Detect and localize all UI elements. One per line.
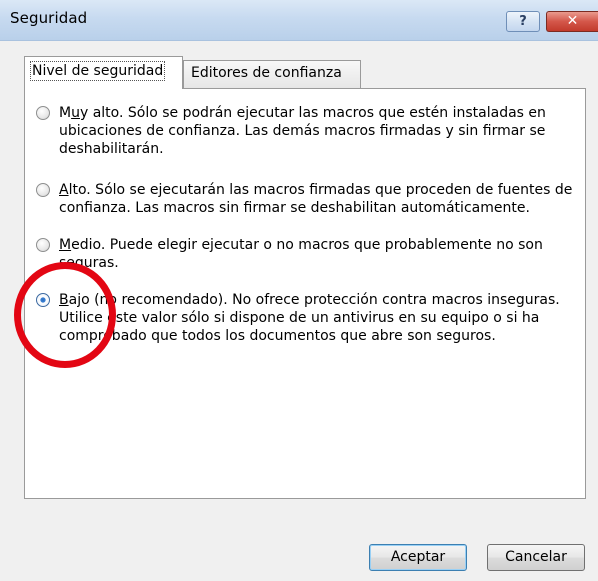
option-medium-text: Medio. Puede elegir ejecutar o no macros… — [59, 237, 543, 271]
option-high[interactable]: Alto. Sólo se ejecutarán las macros firm… — [36, 181, 581, 221]
tab-trusted-publishers-label: Editores de confianza — [191, 65, 342, 81]
dialog-title: Seguridad — [10, 9, 88, 27]
security-level-panel: Muy alto. Sólo se podrán ejecutar las ma… — [24, 88, 586, 499]
tab-security-level[interactable]: Nivel de seguridad — [24, 56, 183, 89]
title-bar[interactable]: Seguridad ? ✕ — [0, 0, 598, 41]
option-low[interactable]: Bajo (no recomendado). No ofrece protecc… — [36, 291, 581, 349]
security-dialog: Seguridad ? ✕ Nivel de seguridad Editore… — [0, 0, 598, 581]
option-very-high-text: Muy alto. Sólo se podrán ejecutar las ma… — [59, 105, 546, 157]
radio-high[interactable] — [36, 183, 50, 197]
option-medium[interactable]: Medio. Puede elegir ejecutar o no macros… — [36, 236, 581, 276]
accept-button[interactable]: Aceptar — [369, 544, 467, 571]
close-button[interactable]: ✕ — [546, 11, 598, 32]
help-icon: ? — [519, 14, 527, 29]
radio-low[interactable] — [36, 293, 50, 307]
tab-strip: Nivel de seguridad Editores de confianza — [24, 56, 584, 89]
tab-security-level-label: Nivel de seguridad — [29, 61, 166, 81]
radio-very-high[interactable] — [36, 106, 50, 120]
radio-medium[interactable] — [36, 238, 50, 252]
option-low-text: Bajo (no recomendado). No ofrece protecc… — [59, 292, 560, 344]
option-very-high[interactable]: Muy alto. Sólo se podrán ejecutar las ma… — [36, 104, 581, 162]
close-icon: ✕ — [566, 13, 579, 29]
tab-trusted-publishers[interactable]: Editores de confianza — [183, 60, 361, 88]
cancel-button[interactable]: Cancelar — [487, 544, 585, 571]
help-button[interactable]: ? — [506, 11, 540, 32]
option-high-text: Alto. Sólo se ejecutarán las macros firm… — [59, 182, 573, 216]
